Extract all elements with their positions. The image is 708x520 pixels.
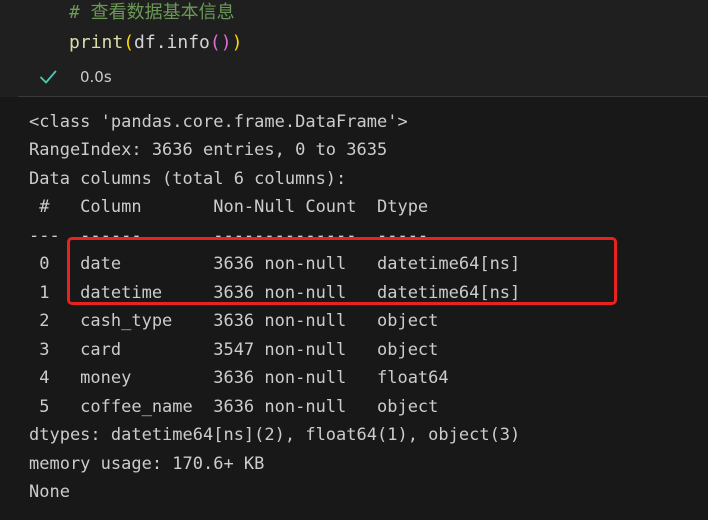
output-line-memory: memory usage: 170.6+ KB — [29, 454, 265, 474]
output-line-row-5: 5 coffee_name 3636 non-null object — [29, 397, 439, 417]
code-statement: print(df.info()) — [69, 31, 242, 55]
execution-time: 0.0s — [80, 68, 112, 86]
execution-status: 0.0s — [38, 63, 112, 91]
call-argument: df.info — [134, 32, 210, 53]
output-line-row-4: 4 money 3636 non-null float64 — [29, 368, 449, 388]
output-line-dtypes: dtypes: datetime64[ns](2), float64(1), o… — [29, 425, 521, 445]
inner-parens: () — [209, 32, 232, 53]
highlight-annotation-box — [67, 237, 617, 305]
output-line-row-2: 2 cash_type 3636 non-null object — [29, 311, 439, 331]
output-line-row-3: 3 card 3547 non-null object — [29, 340, 439, 360]
code-cell[interactable]: # 查看数据基本信息 print(df.info()) 0.0s — [0, 0, 708, 96]
close-paren: ) — [231, 32, 243, 53]
output-line-return: None — [29, 482, 70, 502]
cell-output[interactable]: <class 'pandas.core.frame.DataFrame'> Ra… — [0, 97, 708, 520]
check-icon — [38, 67, 58, 87]
output-line-header: # Column Non-Null Count Dtype — [29, 197, 429, 217]
open-paren: ( — [123, 32, 135, 53]
print-function: print — [69, 32, 124, 53]
output-line-class: <class 'pandas.core.frame.DataFrame'> — [29, 112, 408, 132]
output-line-rangeindex: RangeIndex: 3636 entries, 0 to 3635 — [29, 140, 388, 160]
output-line-data-columns: Data columns (total 6 columns): — [29, 169, 347, 189]
code-comment: # 查看数据基本信息 — [69, 2, 235, 23]
